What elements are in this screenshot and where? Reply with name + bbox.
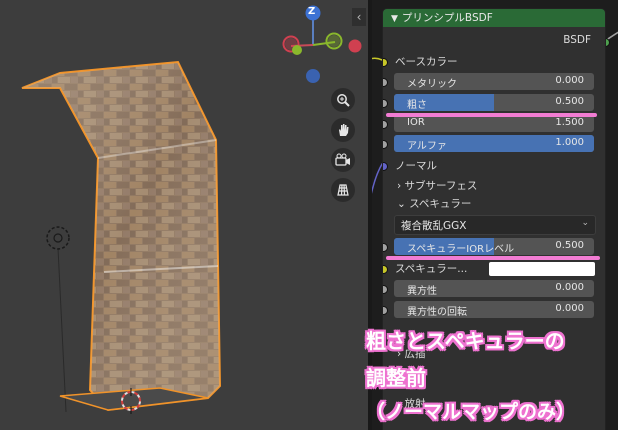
alpha-socket[interactable] (383, 140, 388, 149)
anisotropic-rotation-label: 異方性の回転 (407, 307, 467, 318)
metallic-socket[interactable] (383, 78, 388, 87)
bsdf-output-row: BSDF (383, 31, 605, 51)
specular-tint-color-swatch[interactable] (489, 262, 595, 276)
viewport-scene[interactable] (0, 0, 368, 430)
collapse-chevron-icon[interactable]: ▼ (391, 14, 398, 24)
alpha-field[interactable]: アルファ 1.000 (394, 135, 594, 152)
bsdf-output-label: BSDF (563, 34, 591, 46)
anisotropic-rotation-field[interactable]: 異方性の回転 0.000 (394, 301, 594, 318)
roughness-highlight-line (386, 113, 597, 117)
specular-ior-level-label: スペキュラーIORレベル (407, 244, 515, 255)
metallic-row[interactable]: メタリック 0.000 (383, 72, 605, 92)
roughness-field[interactable]: 粗さ 0.500 (394, 94, 594, 111)
normal-row[interactable]: ノーマル (383, 155, 605, 175)
base-color-label: ベースカラー (395, 56, 458, 68)
sidebar-collapse-arrow[interactable]: ‹ (352, 8, 366, 26)
annotation-line-3: （ノーマルマップのみ） (366, 401, 576, 423)
specular-ior-level-row[interactable]: スペキュラーIORレベル 0.500 (383, 237, 605, 257)
ior-field[interactable]: IOR 1.500 (394, 115, 594, 132)
roughness-socket[interactable] (383, 99, 388, 108)
alpha-label: アルファ (407, 141, 447, 152)
ior-label: IOR (407, 117, 425, 128)
normal-socket[interactable] (383, 162, 388, 171)
anisotropic-rotation-value: 0.000 (555, 303, 584, 314)
distribution-dropdown[interactable]: 複合散乱GGX ⌄ (394, 215, 596, 235)
roughness-value: 0.500 (555, 96, 584, 107)
subsurface-panel-row[interactable]: › サブサーフェス (383, 175, 605, 195)
hand-icon[interactable] (331, 118, 355, 142)
alpha-value: 1.000 (555, 137, 584, 148)
specular-expander[interactable]: ⌄ スペキュラー (397, 196, 471, 211)
specular-highlight-line (386, 256, 600, 260)
gizmo-x-axis[interactable] (348, 39, 362, 53)
navigation-gizmo[interactable] (282, 5, 362, 84)
anisotropic-socket[interactable] (383, 285, 388, 294)
roughness-row[interactable]: 粗さ 0.500 (383, 93, 605, 113)
specular-tint-socket[interactable] (383, 265, 388, 274)
normal-label: ノーマル (395, 160, 437, 172)
node-title: プリンシプルBSDF (401, 12, 493, 24)
metallic-label: メタリック (407, 79, 457, 90)
subsurface-expander[interactable]: › サブサーフェス (397, 178, 477, 193)
gizmo-z-label: Z (308, 6, 316, 17)
gizmo-neg-z-axis[interactable] (306, 69, 320, 83)
specular-tint-row[interactable]: スペキュラー... (383, 259, 605, 279)
empty-object-icon[interactable] (46, 226, 70, 250)
zoom-icon[interactable] (331, 88, 355, 112)
ior-value: 1.500 (555, 117, 584, 128)
metallic-field[interactable]: メタリック 0.000 (394, 73, 594, 90)
specular-ior-level-socket[interactable] (383, 243, 388, 252)
empty-object-line (57, 247, 67, 413)
gizmo-neg-y-axis[interactable] (292, 45, 302, 55)
specular-label: スペキュラー (409, 198, 472, 210)
anisotropic-label: 異方性 (407, 286, 437, 297)
ior-row[interactable]: IOR 1.500 (383, 114, 605, 134)
specular-ior-level-field[interactable]: スペキュラーIORレベル 0.500 (394, 238, 594, 255)
annotation-line-2: 調整前 (366, 366, 426, 390)
anisotropic-value: 0.000 (555, 282, 584, 293)
base-color-row[interactable]: ベースカラー (383, 51, 605, 71)
specular-panel-row[interactable]: ⌄ スペキュラー (383, 193, 605, 213)
metallic-value: 0.000 (555, 75, 584, 86)
roughness-label: 粗さ (407, 100, 427, 111)
anisotropic-row[interactable]: 異方性 0.000 (383, 279, 605, 299)
annotation-line-1: 粗さとスペキュラーの (366, 329, 565, 353)
ior-socket[interactable] (383, 120, 388, 129)
distribution-value: 複合散乱GGX (401, 220, 467, 232)
node-header[interactable]: ▼ プリンシプルBSDF (383, 9, 605, 27)
wall-mesh[interactable] (21, 60, 222, 412)
specular-tint-label: スペキュラー... (395, 263, 468, 275)
3d-viewport[interactable]: Z ‹ (0, 0, 368, 430)
anisotropic-field[interactable]: 異方性 0.000 (394, 280, 594, 297)
specular-ior-level-value: 0.500 (555, 240, 584, 251)
grid-icon[interactable] (331, 178, 355, 202)
alpha-row[interactable]: アルファ 1.000 (383, 134, 605, 154)
camera-icon[interactable] (331, 148, 355, 172)
chevron-down-icon: ⌄ (581, 218, 589, 228)
subsurface-label: サブサーフェス (404, 180, 478, 192)
base-color-socket[interactable] (383, 58, 388, 67)
anisotropic-rotation-row[interactable]: 異方性の回転 0.000 (383, 300, 605, 320)
anisotropic-rotation-socket[interactable] (383, 306, 388, 315)
